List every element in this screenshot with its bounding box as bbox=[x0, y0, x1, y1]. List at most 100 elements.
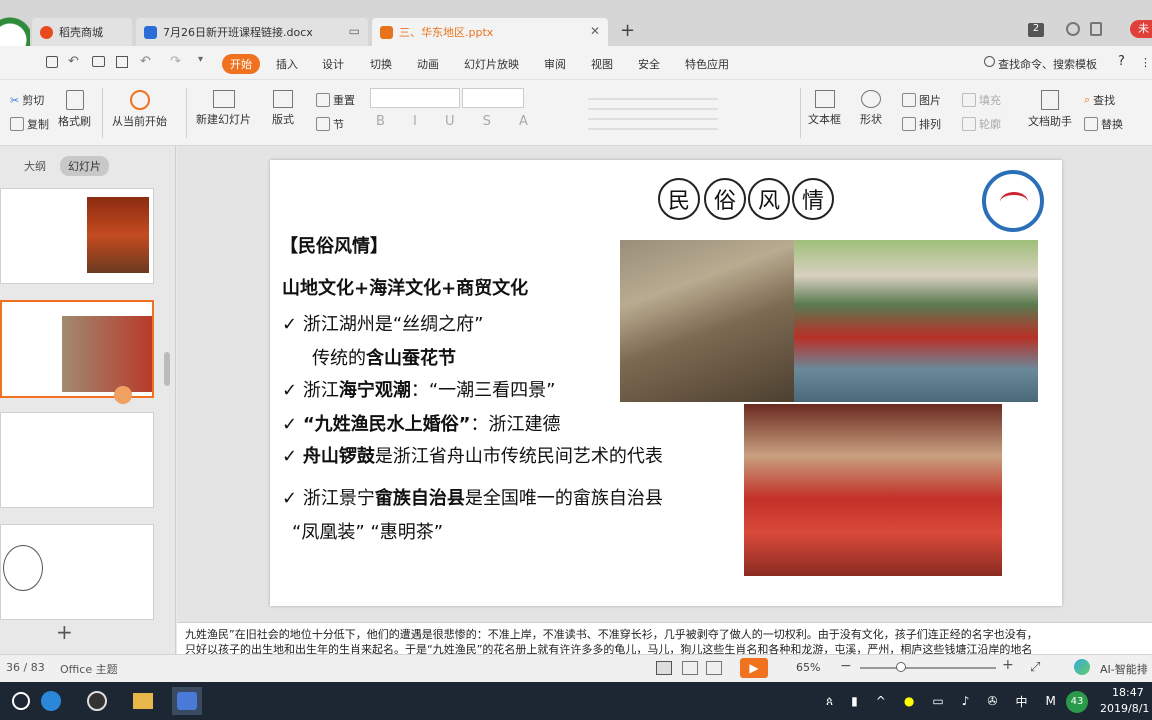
copy-icon bbox=[10, 117, 24, 131]
shape-button[interactable]: 形状 bbox=[860, 90, 882, 127]
find-button[interactable]: ⌕ 查找 bbox=[1084, 92, 1115, 108]
slide-thumbnail[interactable] bbox=[0, 188, 154, 284]
slide-thumbnail-current[interactable] bbox=[0, 300, 154, 404]
redo-arrow-icon[interactable]: ↷ bbox=[170, 54, 181, 69]
format-painter-button[interactable]: 格式刷 bbox=[58, 90, 91, 129]
cut-button[interactable]: ✂ 剪切 bbox=[10, 92, 44, 108]
undo-arrow-icon[interactable]: ↶ bbox=[140, 54, 151, 69]
textbox-button[interactable]: 文本框 bbox=[808, 90, 841, 127]
from-current-button[interactable]: 从当前开始 bbox=[112, 90, 167, 129]
zoom-in-icon[interactable]: + bbox=[1002, 657, 1014, 673]
zoom-out-icon[interactable]: − bbox=[840, 658, 852, 674]
slide-canvas[interactable]: 民 俗 风 情 【民俗风情】 山地文化+海洋文化+商贸文化 ✓ 浙江湖州是“丝绸… bbox=[270, 160, 1062, 606]
menu-security[interactable]: 安全 bbox=[638, 56, 660, 72]
reset-button[interactable]: 重置 bbox=[316, 92, 355, 108]
photo-tidal-bore[interactable] bbox=[620, 240, 794, 402]
save-icon[interactable] bbox=[46, 56, 58, 68]
layout-button[interactable]: 版式 bbox=[272, 90, 294, 127]
tab-pin-icon[interactable]: ▭ bbox=[349, 24, 360, 38]
picture-icon bbox=[902, 93, 916, 107]
menu-view[interactable]: 视图 bbox=[591, 56, 613, 72]
clock-time[interactable]: 18:47 bbox=[1112, 686, 1144, 699]
new-slide-icon bbox=[212, 90, 235, 108]
fill-button[interactable]: 填充 bbox=[962, 92, 1001, 108]
font-style-group[interactable]: B I U S A bbox=[376, 114, 540, 129]
paragraph-group[interactable] bbox=[588, 90, 718, 136]
tab-pptx[interactable]: 三、华东地区.pptx ✕ bbox=[372, 18, 608, 46]
slide-thumbnail[interactable] bbox=[0, 412, 154, 508]
panel-scrollbar[interactable] bbox=[164, 352, 170, 386]
chevron-down-icon[interactable]: ▾ bbox=[198, 54, 203, 65]
tab-docx[interactable]: 7月26日新开班课程链接.docx ▭ bbox=[136, 18, 368, 46]
skin-icon[interactable] bbox=[1066, 22, 1080, 36]
replace-button[interactable]: 替换 bbox=[1084, 116, 1123, 132]
fit-icon[interactable]: ⤢ bbox=[1030, 660, 1040, 675]
reading-view-icon[interactable] bbox=[706, 661, 722, 675]
photo-she-costume[interactable] bbox=[744, 404, 1002, 576]
user-badge[interactable]: 未 bbox=[1130, 20, 1152, 38]
slide-thumbnail[interactable] bbox=[0, 524, 154, 620]
sogou-icon[interactable] bbox=[36, 687, 66, 715]
tab-daoke[interactable]: 稻壳商城 bbox=[32, 18, 132, 46]
folder-icon[interactable] bbox=[128, 687, 158, 715]
zoom-level[interactable]: 65% bbox=[796, 661, 820, 674]
menu-review[interactable]: 审阅 bbox=[544, 56, 566, 72]
menu-bar: ↶ ↶ ↷ ▾ 开始 插入 设计 切换 动画 幻灯片放映 审阅 视图 安全 特色… bbox=[0, 46, 1152, 80]
tab-outline[interactable]: 大纲 bbox=[24, 158, 46, 174]
print-icon[interactable] bbox=[92, 56, 105, 67]
zoom-slider[interactable] bbox=[860, 667, 996, 669]
bullet-haining: ✓ 浙江海宁观潮：“一潮三看四景” bbox=[282, 380, 556, 401]
menu-animation[interactable]: 动画 bbox=[417, 56, 439, 72]
bag-icon[interactable] bbox=[1090, 22, 1102, 36]
ai-icon bbox=[1074, 659, 1090, 675]
outline-button[interactable]: 轮廓 bbox=[962, 116, 1001, 132]
theme-name: Office 主题 bbox=[60, 663, 118, 676]
undo-icon[interactable]: ↶ bbox=[68, 54, 79, 69]
search-icon bbox=[984, 56, 995, 67]
menu-transition[interactable]: 切换 bbox=[370, 56, 392, 72]
font-name-field[interactable] bbox=[370, 88, 460, 108]
reset-icon bbox=[316, 93, 330, 107]
title-char: 民 bbox=[658, 178, 700, 220]
menu-features[interactable]: 特色应用 bbox=[685, 56, 729, 72]
play-button[interactable]: ▶ bbox=[740, 658, 768, 678]
notes-line: 九姓渔民”在旧社会的地位十分低下，他们的遭遇是很悲惨的：不准上岸，不准读书、不准… bbox=[185, 628, 1038, 641]
ribbon-divider bbox=[102, 88, 103, 138]
section-button[interactable]: 节 bbox=[316, 116, 344, 132]
preview-icon[interactable] bbox=[116, 56, 128, 68]
start-button-icon[interactable] bbox=[6, 687, 36, 715]
copy-button[interactable]: 复制 bbox=[10, 116, 49, 132]
tab-slides[interactable]: 幻灯片 bbox=[60, 156, 109, 176]
menu-start[interactable]: 开始 bbox=[222, 54, 260, 74]
sorter-view-icon[interactable] bbox=[682, 661, 698, 675]
tray-icons[interactable]: ጰ ▮ ^ ● ▭ ♪ ✇ 中 M bbox=[826, 687, 1056, 715]
menu-slideshow[interactable]: 幻灯片放映 bbox=[464, 56, 519, 72]
close-tab-icon[interactable]: ✕ bbox=[590, 24, 600, 38]
photo-water-wedding[interactable] bbox=[794, 240, 1038, 402]
menu-insert[interactable]: 插入 bbox=[276, 56, 298, 72]
normal-view-icon[interactable] bbox=[656, 661, 672, 675]
new-slide-button[interactable]: 新建幻灯片 bbox=[196, 90, 251, 127]
window-count-badge[interactable]: 2 bbox=[1028, 23, 1044, 37]
help-icon[interactable]: ? bbox=[1118, 54, 1125, 69]
zoom-slider-handle[interactable] bbox=[896, 662, 906, 672]
ribbon-divider bbox=[186, 88, 187, 138]
animation-badge bbox=[114, 386, 132, 404]
ai-layout-button[interactable]: AI-智能排 bbox=[1100, 661, 1148, 677]
obs-icon[interactable] bbox=[82, 687, 112, 715]
speaker-notes[interactable]: 九姓渔民”在旧社会的地位十分低下，他们的遭遇是很悲惨的：不准上岸，不准读书、不准… bbox=[177, 622, 1152, 654]
new-tab-button[interactable]: + bbox=[620, 20, 635, 41]
notification-badge[interactable]: 43 bbox=[1066, 691, 1088, 713]
wps-taskbar-icon[interactable] bbox=[172, 687, 202, 715]
clock-date[interactable]: 2019/8/1 bbox=[1100, 702, 1149, 715]
doc-helper-button[interactable]: 文档助手 bbox=[1028, 90, 1072, 129]
arrange-button[interactable]: 排列 bbox=[902, 116, 941, 132]
picture-button[interactable]: 图片 bbox=[902, 92, 941, 108]
menu-design[interactable]: 设计 bbox=[322, 56, 344, 72]
school-logo bbox=[982, 170, 1044, 232]
notes-line: 只好以孩子的出生地和出生年的生肖来起名。于是“九姓渔民”的花名册上就有许许多多的… bbox=[185, 643, 1033, 654]
font-size-field[interactable] bbox=[462, 88, 524, 108]
add-slide-button[interactable]: + bbox=[56, 620, 73, 644]
search-command[interactable]: 查找命令、搜索模板 bbox=[998, 56, 1097, 72]
more-icon[interactable]: ⋮ bbox=[1140, 56, 1151, 69]
